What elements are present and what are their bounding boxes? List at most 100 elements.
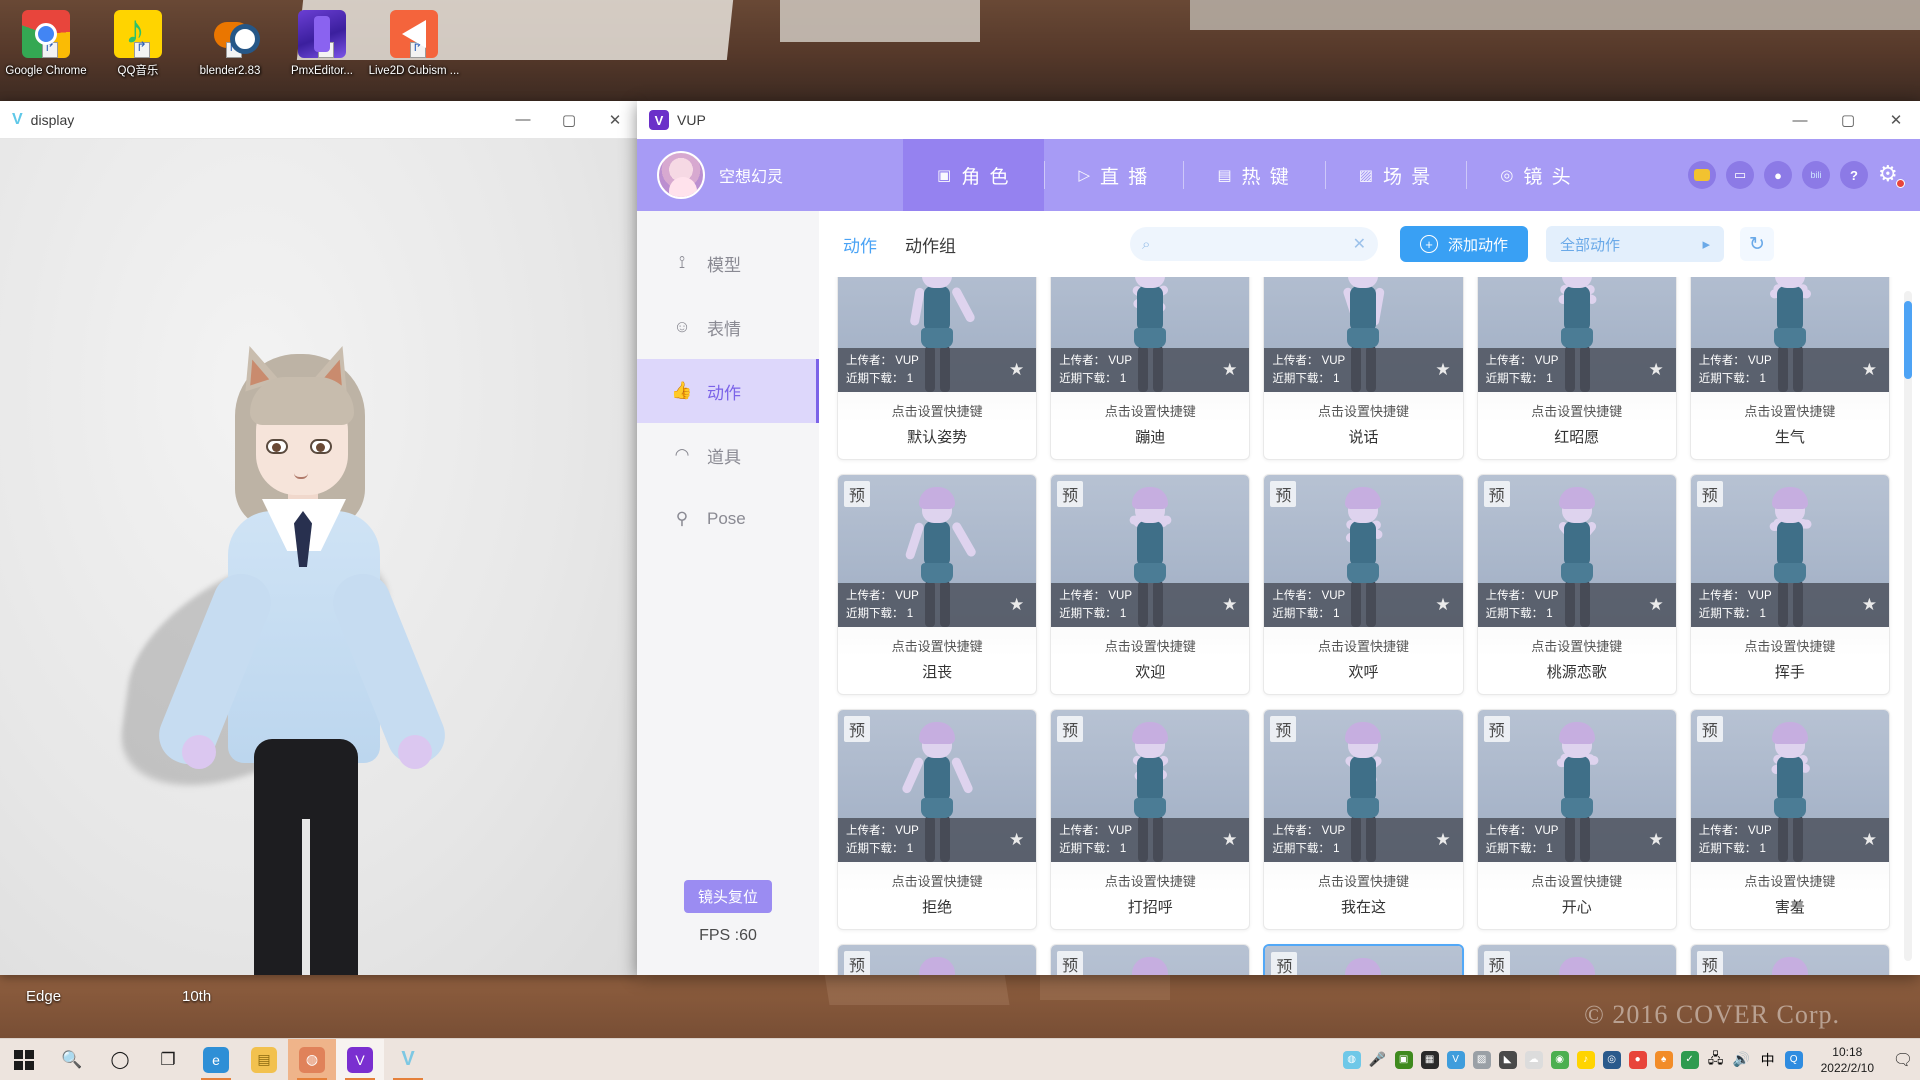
action-thumbnail[interactable]: 预上传者： VUP近期下载： 1★ (1690, 945, 1889, 975)
preview-badge[interactable]: 预 (1696, 481, 1723, 507)
vup-window[interactable]: V VUP — ▢ ✕ 空想幻灵 ▣ 角 色 ▷ 直 播 ▤ 热 键 ▨ 场 景… (637, 101, 1920, 975)
vup-titlebar[interactable]: V VUP — ▢ ✕ (637, 101, 1920, 139)
favorite-star-icon[interactable]: ★ (1009, 595, 1024, 615)
bilibili-icon[interactable]: bili (1802, 161, 1830, 189)
security-shield-tray-icon[interactable]: ✓ (1677, 1043, 1703, 1077)
set-hotkey-button[interactable]: 点击设置快捷键 (838, 627, 1037, 657)
cards-scrollbar[interactable] (1904, 291, 1912, 961)
favorite-star-icon[interactable]: ★ (1649, 595, 1664, 615)
action-cards-area[interactable]: 预上传者： VUP近期下载： 1★点击设置快捷键默认姿势预上传者： VUP近期下… (819, 277, 1920, 975)
set-hotkey-button[interactable]: 点击设置快捷键 (1051, 392, 1250, 422)
action-thumbnail[interactable]: 预上传者： VUP近期下载： 1★ (1051, 277, 1250, 392)
qq-icon[interactable]: ● (1764, 161, 1792, 189)
action-thumbnail[interactable]: 预上传者： VUP近期下载： 1★ (1264, 475, 1463, 627)
action-card[interactable]: 预上传者： VUP近期下载： 1★点击设置快捷键默认姿势 (837, 277, 1038, 460)
vup-tray-icon[interactable]: V (1443, 1043, 1469, 1077)
action-card[interactable]: 预上传者： VUP 近期下载： 1 ★ 点击设置快捷键 欢呼 (1263, 474, 1464, 695)
action-thumbnail[interactable]: 预上传者： VUP近期下载： 1★ (1690, 710, 1889, 862)
set-hotkey-button[interactable]: 点击设置快捷键 (1264, 862, 1463, 892)
action-card[interactable]: 预上传者： VUP近期下载： 1★点击设置快捷键 (1050, 944, 1251, 975)
sidebar-item-action[interactable]: 👍 动作 (637, 359, 820, 423)
action-card[interactable]: 预上传者： VUP近期下载： 1★点击设置快捷键 (837, 944, 1038, 975)
action-card[interactable]: 预上传者： VUP 近期下载： 1 ★ 点击设置快捷键 挥手 (1689, 474, 1890, 695)
desktop-icon-qq-music[interactable]: QQ音乐 (92, 4, 184, 78)
sidebar-item-pose[interactable]: ⚲ Pose (637, 487, 819, 551)
action-thumbnail[interactable]: 预上传者： VUP近期下载： 1★ (1051, 475, 1250, 627)
refresh-button[interactable]: ↻ (1740, 227, 1775, 261)
tab-action-groups[interactable]: 动作组 (891, 232, 970, 257)
network-tray-icon[interactable]: 🖧 (1703, 1043, 1729, 1077)
tab-live[interactable]: ▷ 直 播 (1044, 139, 1183, 211)
onedrive-tray-icon[interactable]: ☁ (1521, 1043, 1547, 1077)
action-thumbnail[interactable]: 预上传者： VUP近期下载： 1★ (1264, 710, 1463, 862)
action-thumbnail[interactable]: 预上传者： VUP近期下载： 1★ (838, 945, 1037, 975)
all-actions-dropdown[interactable]: 全部动作 ▸ (1546, 226, 1725, 262)
favorite-star-icon[interactable]: ★ (1009, 360, 1024, 380)
volume-tray-icon[interactable]: 🔊 (1729, 1043, 1755, 1077)
preview-badge[interactable]: 预 (1483, 716, 1510, 742)
action-card-selected[interactable]: 预上传者： VUP近期下载： 1★↻点击设置快捷键 (1263, 944, 1464, 975)
add-action-button[interactable]: + 添加动作 (1400, 226, 1529, 262)
set-hotkey-button[interactable]: 点击设置快捷键 (1051, 627, 1250, 657)
tab-actions[interactable]: 动作 (829, 232, 891, 257)
cortana-button[interactable]: ◯ (96, 1039, 144, 1080)
display-window[interactable]: V display — ▢ ✕ (0, 101, 638, 975)
action-card[interactable]: 预上传者： VUP近期下载： 1★点击设置快捷键蹦迪 (1050, 277, 1251, 460)
action-card[interactable]: 预上传者： VUP近期下载： 1★点击设置快捷键红昭愿 (1476, 277, 1677, 460)
preview-badge[interactable]: 预 (844, 951, 870, 975)
preview-badge[interactable]: 预 (1483, 481, 1510, 507)
preview-badge[interactable]: 预 (1270, 716, 1297, 742)
vup-minimize-button[interactable]: — (1776, 101, 1824, 139)
vup-close-button[interactable]: ✕ (1872, 101, 1920, 139)
set-hotkey-button[interactable]: 点击设置快捷键 (1264, 627, 1463, 657)
taskbar-app-display[interactable]: V (384, 1039, 432, 1080)
avatar[interactable] (657, 151, 705, 199)
help-icon[interactable]: ? (1840, 161, 1868, 189)
action-thumbnail[interactable]: 预上传者： VUP近期下载： 1★ (838, 710, 1037, 862)
taskbar-app-vup[interactable]: V (336, 1038, 384, 1080)
youtube-icon[interactable] (1688, 161, 1716, 189)
favorite-star-icon[interactable]: ★ (1435, 595, 1450, 615)
favorite-star-icon[interactable]: ★ (1222, 360, 1237, 380)
preview-badge[interactable]: 预 (1057, 716, 1084, 742)
preview-badge[interactable]: 预 (1483, 951, 1510, 975)
action-thumbnail[interactable]: 预上传者： VUP近期下载： 1★ (1051, 710, 1250, 862)
set-hotkey-button[interactable]: 点击设置快捷键 (1477, 392, 1676, 422)
steam-tray-icon[interactable]: ◎ (1599, 1043, 1625, 1077)
clear-search-icon[interactable]: ✕ (1353, 234, 1366, 254)
action-card[interactable]: 预上传者： VUP 近期下载： 1 ★ 点击设置快捷键 桃源恋歌 (1476, 474, 1677, 695)
cards-scrollbar-thumb[interactable] (1904, 301, 1912, 379)
tab-scene[interactable]: ▨ 场 景 (1324, 139, 1466, 211)
action-card[interactable]: 预上传者： VUP 近期下载： 1 ★ 点击设置快捷键 欢迎 (1050, 474, 1251, 695)
set-hotkey-button[interactable]: 点击设置快捷键 (838, 862, 1037, 892)
browser-tray-icon[interactable]: ◉ (1547, 1043, 1573, 1077)
favorite-star-icon[interactable]: ★ (1649, 830, 1664, 850)
action-card[interactable]: 预上传者： VUP 近期下载： 1 ★ 点击设置快捷键 害羞 (1689, 709, 1890, 930)
desktop-icon-blender[interactable]: blender2.83 (184, 4, 276, 78)
favorite-star-icon[interactable]: ★ (1435, 360, 1450, 380)
favorite-star-icon[interactable]: ★ (1862, 830, 1877, 850)
preview-badge[interactable]: 预 (1270, 481, 1297, 507)
microphone-tray-icon[interactable]: 🎤 (1365, 1043, 1391, 1077)
tab-camera[interactable]: ◎ 镜 头 (1466, 139, 1606, 211)
set-hotkey-button[interactable]: 点击设置快捷键 (1477, 862, 1676, 892)
preview-badge[interactable]: 预 (844, 716, 870, 742)
sidebar-item-model[interactable]: ⟟ 模型 (637, 231, 819, 295)
favorite-star-icon[interactable]: ★ (1222, 595, 1237, 615)
favorite-star-icon[interactable]: ★ (1222, 830, 1237, 850)
task-view-button[interactable]: ❐ (144, 1039, 192, 1080)
preview-badge[interactable]: 预 (1057, 481, 1084, 507)
epic-games-tray-icon[interactable]: ▦ (1417, 1043, 1443, 1077)
nvidia-tray-icon[interactable]: ▣ (1391, 1043, 1417, 1077)
set-hotkey-button[interactable]: 点击设置快捷键 (1690, 392, 1889, 422)
preview-badge[interactable]: 预 (1271, 952, 1298, 975)
favorite-star-icon[interactable]: ★ (1435, 830, 1450, 850)
vup-maximize-button[interactable]: ▢ (1824, 101, 1872, 139)
taskbar-app-vtuber[interactable]: ◍ (288, 1038, 336, 1080)
preview-badge[interactable]: 预 (844, 481, 870, 507)
set-hotkey-button[interactable]: 点击设置快捷键 (1477, 627, 1676, 657)
favorite-star-icon[interactable]: ★ (1649, 360, 1664, 380)
action-card[interactable]: 预上传者： VUP近期下载： 1★点击设置快捷键 (1476, 944, 1677, 975)
search-box[interactable]: ⌕ ✕ (1130, 227, 1378, 261)
qq-tray-icon[interactable]: ● (1625, 1043, 1651, 1077)
